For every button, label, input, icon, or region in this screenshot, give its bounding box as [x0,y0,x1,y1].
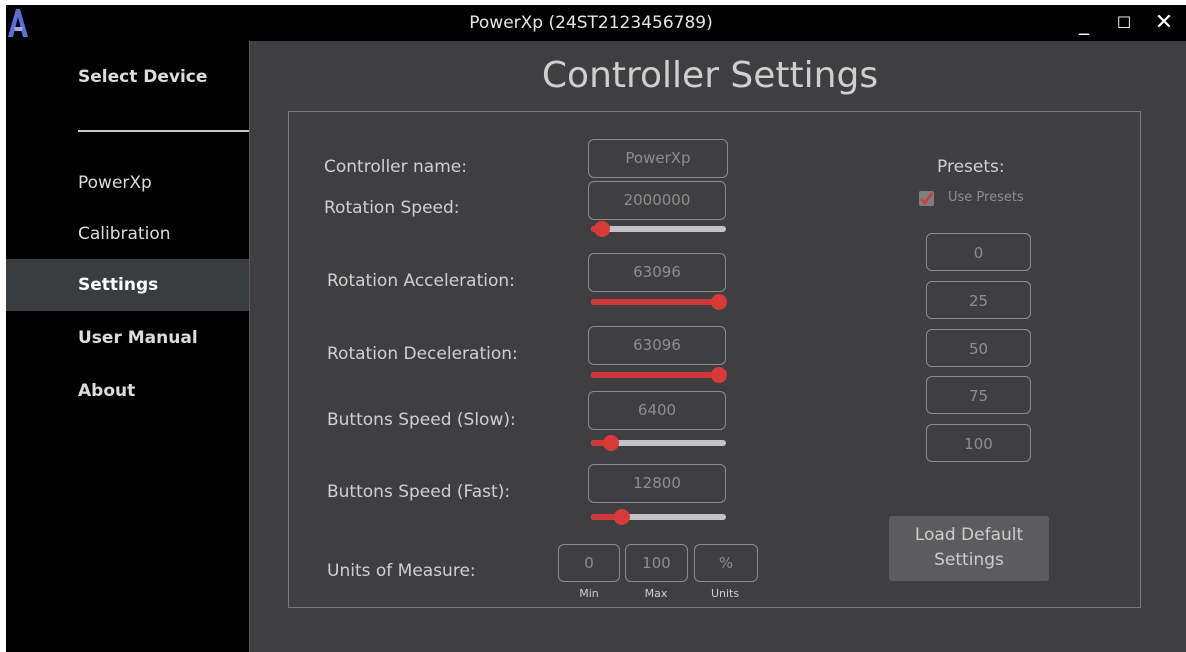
checkmark-icon [920,192,934,206]
buttons-speed-slow-input[interactable]: 6400 [588,391,726,430]
rotation-speed-label: Rotation Speed: [324,198,460,218]
preset-button[interactable]: 100 [926,424,1031,462]
load-default-settings-button[interactable]: Load Default Settings [889,516,1049,581]
page-title: Controller Settings [541,55,879,96]
rotation-speed-slider[interactable] [591,221,726,237]
sidebar-item-powerxp[interactable]: PowerXp [6,157,249,209]
units-max-input[interactable]: 100 [625,544,688,582]
rotation-deceleration-slider[interactable] [591,367,728,383]
sidebar-item-settings[interactable]: Settings [6,259,249,311]
slider-thumb [603,435,620,451]
sidebar-item-user-manual[interactable]: User Manual [6,312,249,364]
slider-fill [591,299,720,305]
controller-name-label: Controller name: [324,157,467,177]
preset-button[interactable]: 75 [926,376,1031,414]
buttons-speed-fast-slider[interactable] [591,509,726,525]
rotation-deceleration-input[interactable]: 63096 [588,326,726,365]
sidebar-item-select-device[interactable]: Select Device [6,51,249,103]
minimize-button[interactable]: _ [1068,5,1100,41]
close-button[interactable]: ✕ [1148,5,1180,41]
buttons-speed-fast-input[interactable]: 12800 [588,464,726,503]
sidebar-item-about[interactable]: About [6,365,249,417]
units-unit-caption: Units [710,587,740,600]
window-title: PowerXp (24ST2123456789) [469,13,713,33]
rotation-speed-input[interactable]: 2000000 [588,181,726,220]
buttons-speed-slow-label: Buttons Speed (Slow): [327,410,516,430]
use-presets-checkbox[interactable] [919,191,934,206]
buttons-speed-slow-slider[interactable] [591,435,726,451]
slider-fill [591,372,720,378]
slider-thumb [711,294,728,310]
units-unit-input[interactable]: % [694,544,758,582]
units-of-measure-label: Units of Measure: [327,561,476,581]
use-presets-label: Use Presets [948,190,1024,205]
sidebar-item-calibration[interactable]: Calibration [6,208,249,260]
buttons-speed-fast-label: Buttons Speed (Fast): [327,482,511,502]
settings-panel: Controller name: PowerXp Rotation Speed:… [288,111,1141,608]
slider-thumb [614,509,631,525]
app-logo-icon [8,9,28,37]
units-min-caption: Min [579,587,599,600]
units-min-input[interactable]: 0 [558,544,620,582]
title-bar: PowerXp (24ST2123456789) _ ☐ ✕ [6,5,1186,41]
rotation-deceleration-label: Rotation Deceleration: [327,344,518,364]
maximize-button[interactable]: ☐ [1108,5,1140,41]
presets-label: Presets: [937,157,1005,177]
preset-button[interactable]: 0 [926,233,1031,271]
units-max-caption: Max [644,587,668,600]
app-window: PowerXp (24ST2123456789) _ ☐ ✕ Select De… [6,5,1186,652]
preset-button[interactable]: 50 [926,329,1031,367]
rotation-acceleration-label: Rotation Acceleration: [327,271,515,291]
slider-thumb [711,367,728,383]
rotation-acceleration-slider[interactable] [591,294,728,310]
rotation-acceleration-input[interactable]: 63096 [588,253,726,292]
controller-name-input[interactable]: PowerXp [588,139,728,178]
sidebar-divider [78,130,249,132]
slider-thumb [593,221,610,237]
sidebar: Select Device PowerXp Calibration Settin… [6,41,249,652]
main-content: Controller Settings Controller name: Pow… [249,41,1186,652]
preset-button[interactable]: 25 [926,281,1031,319]
